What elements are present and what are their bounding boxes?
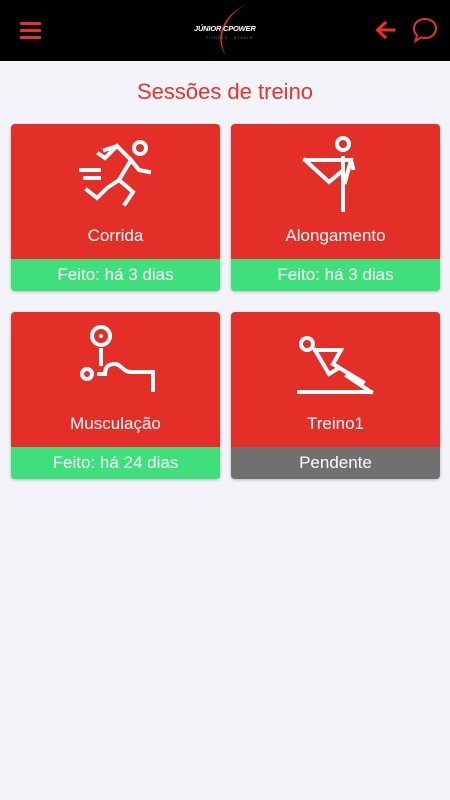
chat-bubble-icon[interactable]: [412, 16, 438, 44]
logo-subtext: FITNESS · STUDIO: [206, 36, 254, 40]
arrow-left-icon[interactable]: [373, 18, 397, 42]
session-name: Treino1: [306, 414, 364, 433]
brand-logo: JÚNIOR CPOWER FITNESS · STUDIO: [188, 2, 262, 58]
session-card-treino1[interactable]: Treino1 Pendente: [231, 312, 440, 479]
stretching-person-icon: [295, 132, 375, 212]
session-card-musculacao[interactable]: Musculação Feito: há 24 dias: [11, 312, 220, 479]
hamburger-menu-icon[interactable]: [20, 20, 42, 40]
session-name: Alongamento: [285, 226, 386, 245]
session-status: Feito: há 24 dias: [11, 447, 220, 479]
session-card-alongamento[interactable]: Alongamento Feito: há 3 dias: [231, 124, 440, 291]
weightlifting-person-icon: [75, 320, 155, 400]
session-name: Corrida: [87, 226, 144, 245]
session-status: Feito: há 3 dias: [231, 259, 440, 291]
session-status: Pendente: [231, 447, 440, 479]
running-person-icon: [75, 132, 155, 212]
session-name: Musculação: [70, 414, 161, 433]
situp-person-icon: [295, 320, 375, 400]
logo-text: JÚNIOR CPOWER: [194, 24, 256, 33]
session-status: Feito: há 3 dias: [11, 259, 220, 291]
page-title: Sessões de treino: [136, 79, 314, 104]
session-card-corrida[interactable]: Corrida Feito: há 3 dias: [11, 124, 220, 291]
top-app-bar: JÚNIOR CPOWER FITNESS · STUDIO: [0, 0, 450, 61]
